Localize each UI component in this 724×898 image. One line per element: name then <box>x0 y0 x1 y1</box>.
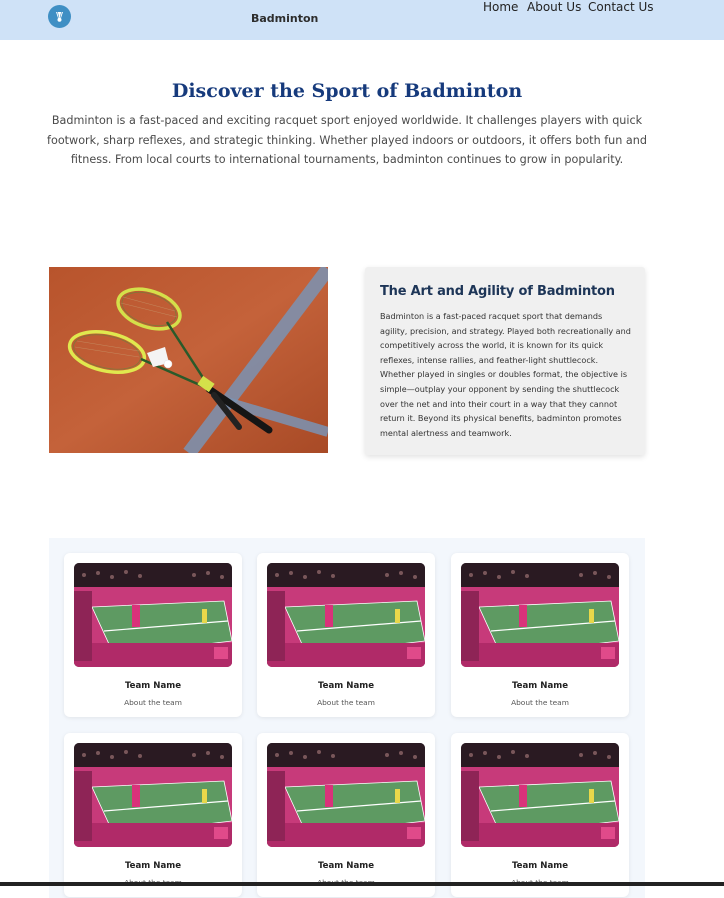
team-card[interactable]: Team Name About the team <box>257 553 435 717</box>
nav-contact-link[interactable]: Contact Us <box>588 0 654 14</box>
team-name: Team Name <box>317 861 375 871</box>
team-name: Team Name <box>124 861 182 871</box>
racquets-image <box>49 267 328 453</box>
team-name: Team Name <box>124 681 182 691</box>
team-photo <box>74 563 232 667</box>
team-photo <box>461 563 619 667</box>
team-card[interactable]: Team Name About the team <box>451 733 629 897</box>
nav-home-link[interactable]: Home <box>483 0 518 14</box>
team-card[interactable]: Team Name About the team <box>257 733 435 897</box>
nav-about-link[interactable]: About Us <box>527 0 581 14</box>
team-photo <box>267 743 425 847</box>
team-name: Team Name <box>511 861 569 871</box>
team-photo <box>461 743 619 847</box>
team-photo <box>267 563 425 667</box>
brand-title: Badminton <box>251 12 319 25</box>
team-card[interactable]: Team Name About the team <box>64 553 242 717</box>
team-about: About the team <box>511 698 569 707</box>
page-bottom-divider <box>0 882 724 886</box>
hero-title: Discover the Sport of Badminton <box>171 80 523 102</box>
hero-text: Badminton is a fast-paced and exciting r… <box>47 114 647 166</box>
team-name: Team Name <box>317 681 375 691</box>
feature-text: Badminton is a fast-paced racquet sport … <box>380 311 631 438</box>
team-name: Team Name <box>511 681 569 691</box>
navbar: Badminton Home About Us Contact Us <box>0 0 724 40</box>
feature-card: The Art and Agility of Badminton Badmint… <box>365 267 645 455</box>
shuttlecock-icon[interactable] <box>48 5 71 28</box>
team-about: About the team <box>124 698 182 707</box>
feature-title: The Art and Agility of Badminton <box>380 284 615 299</box>
team-card[interactable]: Team Name About the team <box>64 733 242 897</box>
team-about: About the team <box>317 698 375 707</box>
team-card[interactable]: Team Name About the team <box>451 553 629 717</box>
team-photo <box>74 743 232 847</box>
